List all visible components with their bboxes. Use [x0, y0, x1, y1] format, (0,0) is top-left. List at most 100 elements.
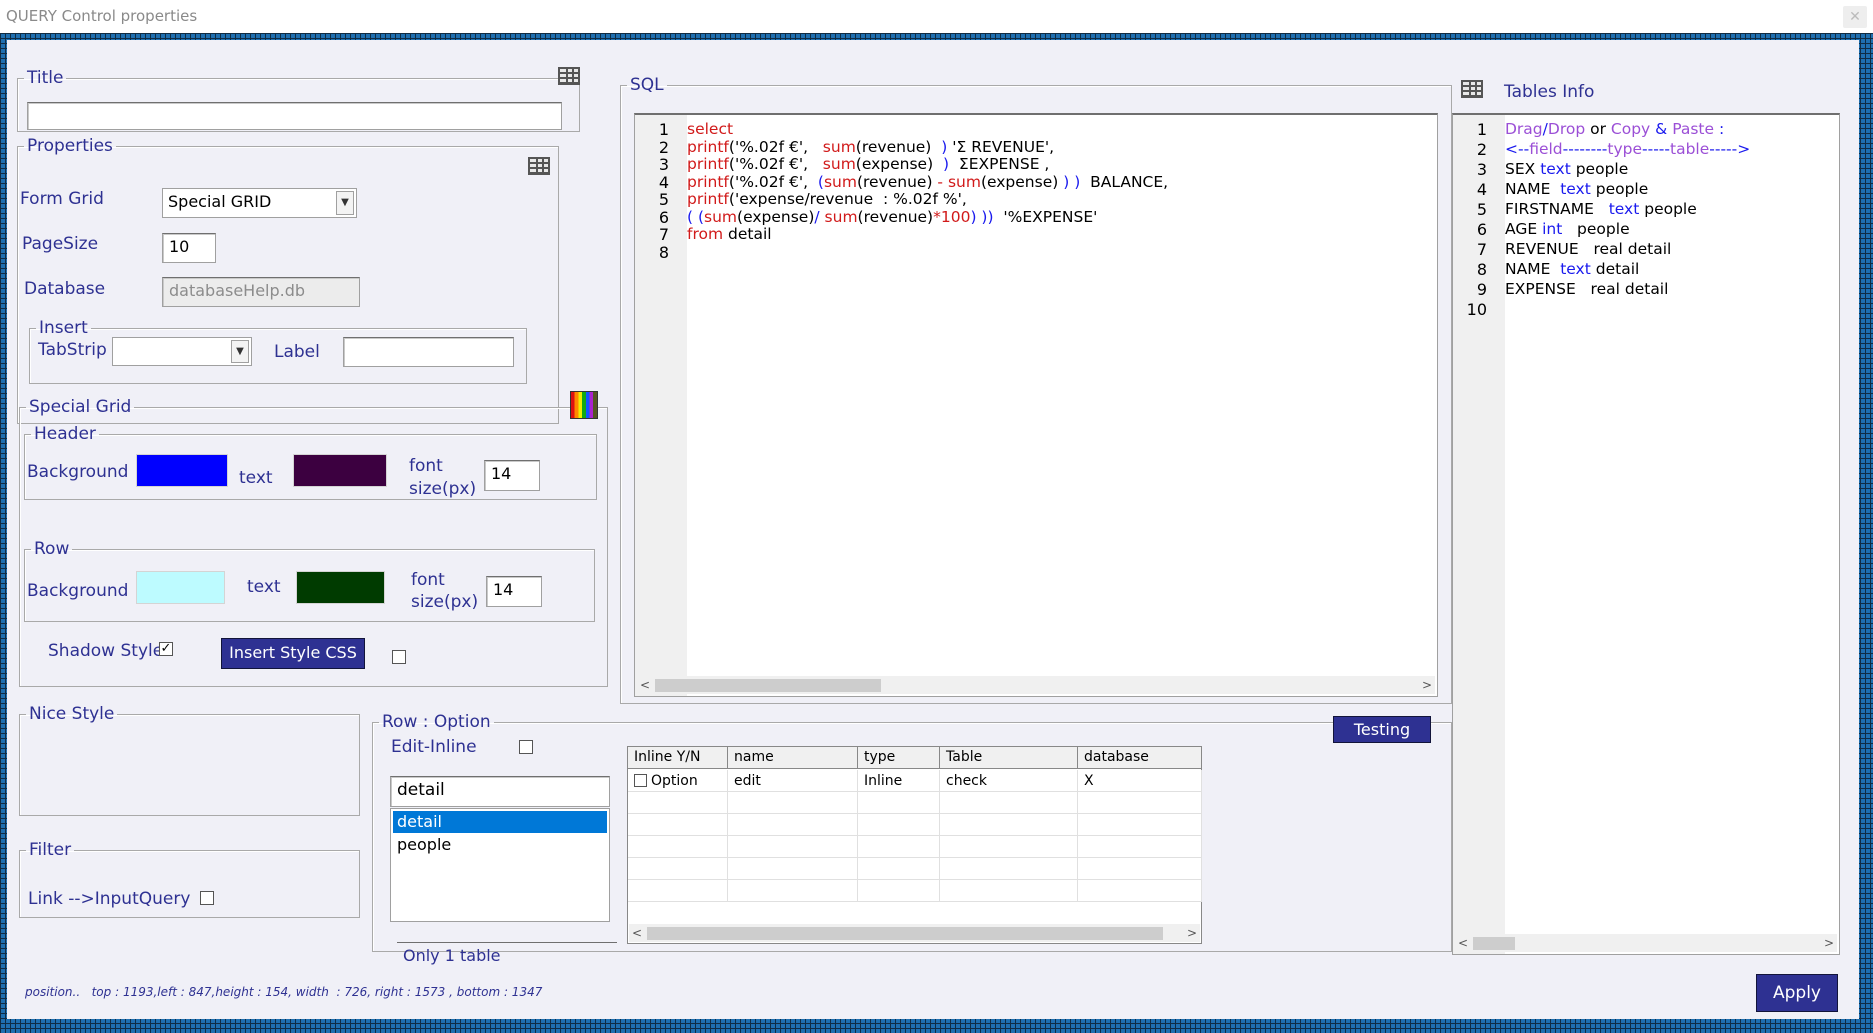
title-input[interactable]	[27, 102, 562, 130]
chevron-left-icon[interactable]: <	[637, 676, 653, 694]
label-label: Label	[274, 342, 320, 362]
grid-header-cell[interactable]: name	[728, 747, 858, 769]
table-icon[interactable]	[528, 157, 550, 175]
option-grid-horizontal-scrollbar[interactable]: < >	[629, 924, 1200, 942]
table-row-cell[interactable]: edit	[728, 770, 858, 792]
table-listbox[interactable]: detail people	[390, 808, 610, 922]
table-row-cell[interactable]: Inline	[858, 770, 940, 792]
code-token: NAME	[1505, 260, 1561, 278]
row-font-size-input[interactable]: 14	[486, 576, 542, 607]
code-token: *100	[933, 207, 971, 226]
empty-cell	[1078, 880, 1202, 902]
header-font-size-input[interactable]: 14	[484, 460, 540, 491]
palette-icon[interactable]	[570, 391, 598, 419]
code-token: ('%.02f €',	[728, 172, 818, 191]
code-text: printf('expense/revenue : %.02f %',	[687, 190, 967, 208]
grid-header-cell[interactable]: database	[1078, 747, 1202, 769]
chevron-down-icon[interactable]: ▼	[231, 340, 249, 363]
empty-cell	[858, 814, 940, 836]
testing-button[interactable]: Testing	[1333, 716, 1431, 743]
code-line: 1 select	[635, 120, 1437, 139]
code-token: sum	[947, 172, 981, 191]
code-token: sum	[822, 155, 856, 173]
grid-header-cell[interactable]: type	[858, 747, 940, 769]
table-list-item[interactable]: detail	[393, 811, 607, 833]
tables-info-icon[interactable]	[1461, 80, 1483, 98]
link-input-query-checkbox[interactable]	[200, 891, 214, 905]
line-number: 4	[1476, 180, 1487, 199]
chevron-left-icon[interactable]: <	[1455, 934, 1471, 952]
code-line: 8	[635, 243, 1437, 262]
table-row-cell[interactable]: check	[940, 770, 1078, 792]
header-font-size-label: size(px)	[409, 479, 477, 499]
empty-cell	[628, 858, 728, 880]
table-input[interactable]: detail	[390, 776, 610, 807]
code-token: ('expense/revenue : %.02f %',	[728, 190, 967, 208]
form-grid-value: Special GRID	[168, 192, 272, 211]
code-line: 8 NAME text detail	[1453, 260, 1839, 279]
code-token: ('%.02f €',	[728, 137, 823, 156]
table-row-cell[interactable]: Option	[628, 770, 728, 792]
chevron-down-icon[interactable]: ▼	[336, 191, 354, 215]
tables-info-editor[interactable]: < > 1 Drag/Drop or Copy & Paste : 2 <--fiel…	[1452, 113, 1840, 955]
option-grid[interactable]: < > Inline Y/N name type Table database Optio…	[627, 746, 1202, 944]
database-input[interactable]: databaseHelp.db	[162, 277, 360, 307]
grid-header-cell[interactable]: Table	[940, 747, 1078, 769]
header-background-swatch[interactable]	[136, 454, 228, 487]
shadow-style-checkbox[interactable]: ✓	[159, 642, 173, 656]
sql-horizontal-scrollbar[interactable]: < >	[637, 676, 1435, 694]
label-input[interactable]	[343, 337, 514, 367]
code-text: ( (sum(expense)/ sum(revenue)*100) )) '%…	[687, 208, 1097, 226]
table-row-cell[interactable]: X	[1078, 770, 1202, 792]
code-token: '%EXPENSE'	[993, 207, 1098, 226]
tables-info-scroll-thumb[interactable]	[1473, 937, 1515, 950]
code-token: text	[1560, 180, 1591, 198]
insert-legend: Insert	[39, 318, 88, 338]
code-token: <--	[1505, 140, 1530, 158]
form-grid-select[interactable]: Special GRID ▼	[162, 188, 357, 218]
code-token: Paste	[1672, 120, 1715, 138]
code-token: EXPENSE real detail	[1505, 280, 1669, 298]
tabstrip-label: TabStrip	[38, 340, 107, 360]
sql-editor[interactable]: < > 1 select 2 printf('%.02f €', sum(revenu…	[634, 113, 1438, 697]
code-text: REVENUE real detail	[1505, 240, 1671, 258]
sql-scroll-thumb[interactable]	[655, 679, 881, 692]
chevron-right-icon[interactable]: >	[1821, 934, 1837, 952]
code-text: printf('%.02f €', (sum(revenue) - sum(ex…	[687, 173, 1168, 191]
empty-cell	[858, 792, 940, 814]
code-token: &	[1650, 120, 1673, 138]
chevron-right-icon[interactable]: >	[1419, 676, 1435, 694]
table-list-item[interactable]: people	[393, 834, 607, 856]
empty-cell	[858, 836, 940, 858]
chevron-left-icon[interactable]: <	[629, 924, 645, 942]
option-grid-scroll-thumb[interactable]	[647, 927, 1163, 940]
cell-text: Option	[651, 773, 698, 789]
tables-info-horizontal-scrollbar[interactable]: < >	[1455, 934, 1837, 952]
close-button[interactable]: ✕	[1843, 6, 1867, 28]
inline-checkbox[interactable]	[634, 774, 647, 787]
code-line: 3 SEX text people	[1453, 160, 1839, 179]
line-number: 6	[658, 207, 669, 227]
tabstrip-select[interactable]: ▼	[112, 337, 252, 366]
empty-cell	[728, 858, 858, 880]
table-icon[interactable]	[558, 67, 580, 85]
grid-header-cell[interactable]: Inline Y/N	[628, 747, 728, 769]
row-text-swatch[interactable]	[296, 571, 385, 604]
code-text: <--field--------type-----table----->	[1505, 140, 1750, 158]
apply-button[interactable]: Apply	[1756, 974, 1838, 1012]
code-token: printf	[687, 190, 729, 208]
empty-cell	[940, 814, 1078, 836]
row-background-swatch[interactable]	[136, 571, 225, 604]
code-token: type	[1607, 140, 1643, 158]
header-text-swatch[interactable]	[293, 454, 387, 487]
insert-style-css-button[interactable]: Insert Style CSS	[221, 638, 365, 669]
code-token: Drag	[1505, 120, 1543, 138]
code-token: Copy	[1610, 120, 1651, 138]
css-option-checkbox[interactable]	[392, 650, 406, 664]
code-token: detail	[723, 225, 772, 243]
edit-inline-checkbox[interactable]	[519, 740, 533, 754]
code-token: people	[1590, 180, 1649, 198]
code-token: (revenue)	[856, 172, 938, 191]
pagesize-input[interactable]: 10	[162, 233, 216, 263]
chevron-right-icon[interactable]: >	[1184, 924, 1200, 942]
